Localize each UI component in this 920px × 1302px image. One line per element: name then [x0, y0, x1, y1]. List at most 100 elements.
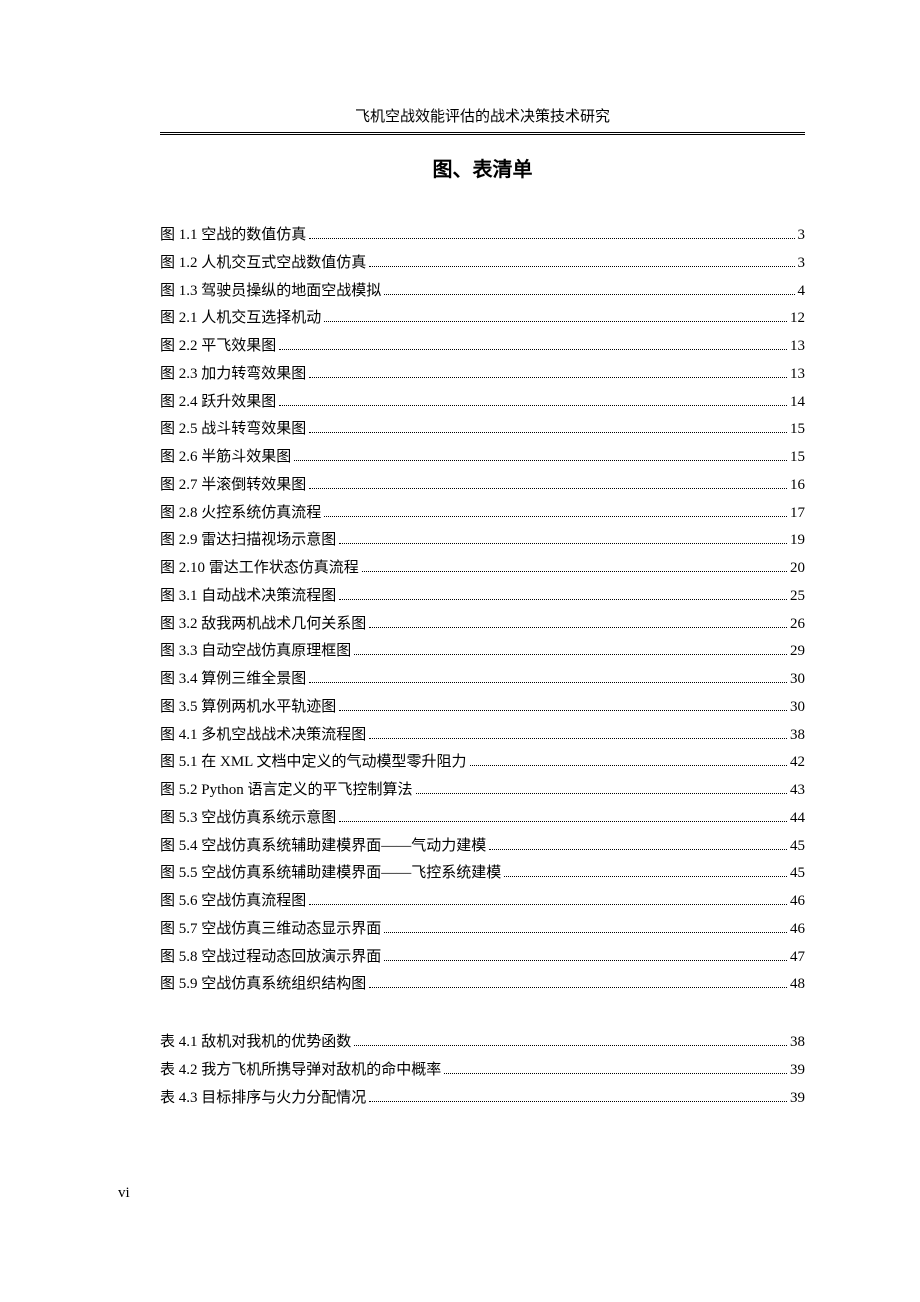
leader-dots: [309, 419, 787, 434]
figure-page: 44: [790, 805, 805, 833]
figure-entry: 图 5.6 空战仿真流程图 46: [160, 888, 805, 916]
leader-dots: [339, 807, 787, 822]
figure-entry: 图 5.3 空战仿真系统示意图 44: [160, 805, 805, 833]
figure-page: 20: [790, 555, 805, 583]
figure-entry: 图 2.8 火控系统仿真流程 17: [160, 500, 805, 528]
table-page: 39: [790, 1085, 805, 1113]
figure-entry: 图 5.5 空战仿真系统辅助建模界面——飞控系统建模 45: [160, 860, 805, 888]
figure-label: 图 5.6 空战仿真流程图: [160, 888, 306, 916]
figure-label: 图 3.5 算例两机水平轨迹图: [160, 694, 336, 722]
figure-page: 12: [790, 305, 805, 333]
figure-label: 图 2.2 平飞效果图: [160, 333, 276, 361]
figure-label: 图 5.4 空战仿真系统辅助建模界面——气动力建模: [160, 833, 486, 861]
figure-label: 图 2.4 跃升效果图: [160, 389, 276, 417]
figure-page: 16: [790, 472, 805, 500]
figure-page: 43: [790, 777, 805, 805]
figure-entry: 图 4.1 多机空战战术决策流程图38: [160, 722, 805, 750]
figure-label: 图 2.3 加力转弯效果图: [160, 361, 306, 389]
leader-dots: [384, 280, 794, 295]
figure-entry: 图 1.3 驾驶员操纵的地面空战模拟4: [160, 278, 805, 306]
figure-page: 17: [790, 500, 805, 528]
figure-label: 图 1.1 空战的数值仿真: [160, 222, 306, 250]
figure-entry: 图 2.10 雷达工作状态仿真流程 20: [160, 555, 805, 583]
figure-page: 29: [790, 638, 805, 666]
leader-dots: [324, 308, 787, 323]
table-label: 表 4.2 我方飞机所携导弹对敌机的命中概率: [160, 1057, 441, 1085]
figure-label: 图 2.7 半滚倒转效果图: [160, 472, 306, 500]
figure-entry: 图 2.4 跃升效果图 14: [160, 389, 805, 417]
figure-entry: 图 5.2 Python 语言定义的平飞控制算法 43: [160, 777, 805, 805]
figure-label: 图 5.2 Python 语言定义的平飞控制算法: [160, 777, 413, 805]
figure-label: 图 3.3 自动空战仿真原理框图: [160, 638, 351, 666]
leader-dots: [369, 1087, 787, 1102]
figure-label: 图 2.6 半筋斗效果图: [160, 444, 291, 472]
leader-dots: [354, 641, 787, 656]
figure-entry: 图 2.5 战斗转弯效果图15: [160, 416, 805, 444]
leader-dots: [416, 780, 787, 795]
figure-page: 48: [790, 971, 805, 999]
list-of-tables: 表 4.1 敌机对我机的优势函数38表 4.2 我方飞机所携导弹对敌机的命中概率…: [160, 1029, 805, 1112]
figure-label: 图 2.1 人机交互选择机动: [160, 305, 321, 333]
figure-entry: 图 5.4 空战仿真系统辅助建模界面——气动力建模45: [160, 833, 805, 861]
leader-dots: [470, 752, 787, 767]
table-page: 38: [790, 1029, 805, 1057]
leader-dots: [504, 863, 787, 878]
figure-page: 30: [790, 694, 805, 722]
leader-dots: [279, 391, 787, 406]
table-label: 表 4.3 目标排序与火力分配情况: [160, 1085, 366, 1113]
figure-label: 图 4.1 多机空战战术决策流程图: [160, 722, 366, 750]
leader-dots: [309, 474, 787, 489]
figure-entry: 图 3.3 自动空战仿真原理框图 29: [160, 638, 805, 666]
table-page: 39: [790, 1057, 805, 1085]
leader-dots: [369, 974, 787, 989]
figure-entry: 图 3.2 敌我两机战术几何关系图 26: [160, 611, 805, 639]
table-entry: 表 4.3 目标排序与火力分配情况 39: [160, 1085, 805, 1113]
figure-label: 图 5.5 空战仿真系统辅助建模界面——飞控系统建模: [160, 860, 501, 888]
figure-entry: 图 5.1 在 XML 文档中定义的气动模型零升阻力 42: [160, 749, 805, 777]
figure-page: 15: [790, 444, 805, 472]
leader-dots: [444, 1059, 787, 1074]
figure-page: 13: [790, 361, 805, 389]
leader-dots: [369, 613, 787, 628]
figure-entry: 图 2.3 加力转弯效果图 13: [160, 361, 805, 389]
figure-entry: 图 3.1 自动战术决策流程图 25: [160, 583, 805, 611]
figure-label: 图 2.8 火控系统仿真流程: [160, 500, 321, 528]
leader-dots: [362, 558, 787, 573]
figure-label: 图 5.7 空战仿真三维动态显示界面: [160, 916, 381, 944]
figure-label: 图 2.9 雷达扫描视场示意图: [160, 527, 336, 555]
figure-label: 图 5.3 空战仿真系统示意图: [160, 805, 336, 833]
figure-label: 图 5.9 空战仿真系统组织结构图: [160, 971, 366, 999]
figure-label: 图 1.2 人机交互式空战数值仿真: [160, 250, 366, 278]
leader-dots: [309, 363, 787, 378]
figure-entry: 图 3.5 算例两机水平轨迹图 30: [160, 694, 805, 722]
figure-entry: 图 2.9 雷达扫描视场示意图 19: [160, 527, 805, 555]
list-of-figures: 图 1.1 空战的数值仿真3图 1.2 人机交互式空战数值仿真3图 1.3 驾驶…: [160, 222, 805, 999]
figure-entry: 图 2.7 半滚倒转效果图 16: [160, 472, 805, 500]
figure-label: 图 2.10 雷达工作状态仿真流程: [160, 555, 359, 583]
leader-dots: [369, 252, 794, 267]
leader-dots: [309, 891, 787, 906]
figure-page: 45: [790, 860, 805, 888]
figure-page: 13: [790, 333, 805, 361]
figure-entry: 图 2.6 半筋斗效果图 15: [160, 444, 805, 472]
figure-page: 14: [790, 389, 805, 417]
leader-dots: [279, 336, 787, 351]
figure-page: 47: [790, 944, 805, 972]
table-entry: 表 4.1 敌机对我机的优势函数 38: [160, 1029, 805, 1057]
leader-dots: [489, 835, 787, 850]
figure-label: 图 3.1 自动战术决策流程图: [160, 583, 336, 611]
page-title: 图、表清单: [160, 153, 805, 182]
figure-page: 19: [790, 527, 805, 555]
figure-page: 42: [790, 749, 805, 777]
figure-page: 25: [790, 583, 805, 611]
figure-page: 46: [790, 916, 805, 944]
table-entry: 表 4.2 我方飞机所携导弹对敌机的命中概率 39: [160, 1057, 805, 1085]
figure-label: 图 5.1 在 XML 文档中定义的气动模型零升阻力: [160, 749, 467, 777]
figure-page: 26: [790, 611, 805, 639]
figure-label: 图 3.2 敌我两机战术几何关系图: [160, 611, 366, 639]
figure-page: 46: [790, 888, 805, 916]
table-label: 表 4.1 敌机对我机的优势函数: [160, 1029, 351, 1057]
figure-entry: 图 5.9 空战仿真系统组织结构图 48: [160, 971, 805, 999]
leader-dots: [384, 946, 787, 961]
page: 飞机空战效能评估的战术决策技术研究 图、表清单 图 1.1 空战的数值仿真3图 …: [0, 0, 920, 1302]
